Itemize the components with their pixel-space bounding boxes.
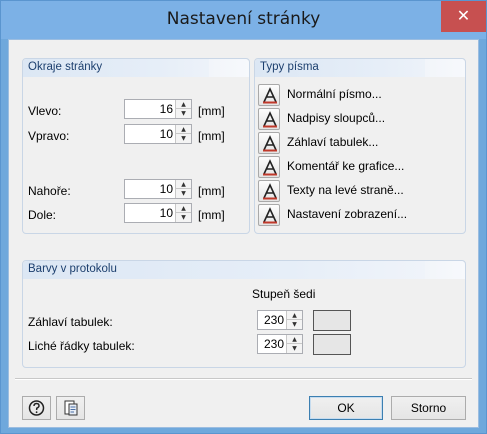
- odd-rows-gray-value: 230: [263, 337, 284, 351]
- margin-bottom-spinner[interactable]: ▲ ▼: [175, 204, 191, 222]
- margins-group: Okraje stránky Vlevo: 16 ▲ ▼ [mm] Vpravo…: [22, 58, 250, 234]
- margin-top-label: Nahoře:: [28, 184, 71, 198]
- font-button-left-texts[interactable]: Texty na levé straně...: [258, 180, 458, 202]
- table-header-color-swatch: [313, 310, 351, 331]
- font-button-label: Komentář ke grafice...: [287, 159, 405, 173]
- margin-right-unit: [mm]: [198, 129, 225, 143]
- font-icon: [258, 84, 280, 106]
- odd-rows-gray-input[interactable]: 230 ▲ ▼: [257, 334, 303, 354]
- margin-bottom-input[interactable]: 10 ▲ ▼: [124, 203, 192, 223]
- spin-up-icon[interactable]: ▲: [176, 125, 191, 134]
- group-header-fade: [209, 59, 249, 77]
- cancel-button[interactable]: Storno: [391, 396, 466, 420]
- font-icon: [258, 204, 280, 226]
- font-button-column-headers[interactable]: Nadpisy sloupců...: [258, 108, 458, 130]
- margin-top-value: 10: [159, 182, 173, 196]
- margin-left-spinner[interactable]: ▲ ▼: [175, 100, 191, 118]
- margin-top-spinner[interactable]: ▲ ▼: [175, 180, 191, 198]
- font-button-table-headers[interactable]: Záhlaví tabulek...: [258, 132, 458, 154]
- font-button-label: Nadpisy sloupců...: [287, 111, 386, 125]
- export-settings-icon: [64, 400, 78, 416]
- help-button[interactable]: [22, 396, 51, 420]
- spin-down-icon[interactable]: ▼: [287, 320, 302, 329]
- font-button-normal[interactable]: Normální písmo...: [258, 84, 458, 106]
- spin-up-icon[interactable]: ▲: [176, 100, 191, 109]
- colors-group: Barvy v protokolu Stupeň šedi Záhlaví ta…: [22, 260, 466, 368]
- font-button-label: Nastavení zobrazení...: [287, 207, 408, 221]
- font-button-label: Normální písmo...: [287, 87, 382, 101]
- colors-group-header: Barvy v protokolu: [23, 261, 465, 279]
- margin-right-label: Vpravo:: [28, 129, 70, 143]
- gray-level-header: Stupeň šedi: [252, 287, 316, 301]
- table-header-gray-spinner[interactable]: ▲ ▼: [286, 311, 302, 329]
- fonts-group-header: Typy písma: [255, 59, 465, 77]
- spin-up-icon[interactable]: ▲: [287, 311, 302, 320]
- window-title: Nastavení stránky: [166, 9, 321, 29]
- odd-rows-gray-spinner[interactable]: ▲ ▼: [286, 335, 302, 353]
- title-bar: Nastavení stránky ✕: [1, 1, 486, 39]
- margins-group-title: Okraje stránky: [28, 61, 103, 73]
- table-header-gray-input[interactable]: 230 ▲ ▼: [257, 310, 303, 330]
- margin-right-input[interactable]: 10 ▲ ▼: [124, 124, 192, 144]
- margin-right-spinner[interactable]: ▲ ▼: [175, 125, 191, 143]
- font-icon: [258, 156, 280, 178]
- fonts-group-title: Typy písma: [260, 61, 319, 73]
- spin-down-icon[interactable]: ▼: [176, 109, 191, 118]
- margins-group-header: Okraje stránky: [23, 59, 249, 77]
- font-button-graphic-comment[interactable]: Komentář ke grafice...: [258, 156, 458, 178]
- table-header-gray-value: 230: [263, 313, 284, 327]
- odd-rows-color-swatch: [313, 334, 351, 355]
- font-button-display-settings[interactable]: Nastavení zobrazení...: [258, 204, 458, 226]
- font-button-label: Záhlaví tabulek...: [287, 135, 379, 149]
- ok-button[interactable]: OK: [309, 396, 383, 420]
- group-header-fade: [425, 261, 465, 279]
- colors-group-title: Barvy v protokolu: [28, 263, 117, 275]
- footer-separator: [15, 378, 472, 380]
- spin-up-icon[interactable]: ▲: [287, 335, 302, 344]
- group-header-fade: [425, 59, 465, 77]
- margin-bottom-label: Dole:: [28, 208, 57, 222]
- margin-left-unit: [mm]: [198, 104, 225, 118]
- margin-left-label: Vlevo:: [28, 104, 62, 118]
- dialog-window: Nastavení stránky ✕ Okraje stránky Vlevo…: [0, 0, 487, 434]
- spin-up-icon[interactable]: ▲: [176, 204, 191, 213]
- margin-top-input[interactable]: 10 ▲ ▼: [124, 179, 192, 199]
- margin-bottom-unit: [mm]: [198, 208, 225, 222]
- margin-top-unit: [mm]: [198, 184, 225, 198]
- margin-bottom-value: 10: [159, 206, 173, 220]
- spin-down-icon[interactable]: ▼: [176, 189, 191, 198]
- font-button-label: Texty na levé straně...: [287, 183, 404, 197]
- spin-down-icon[interactable]: ▼: [176, 134, 191, 143]
- dialog-body: Okraje stránky Vlevo: 16 ▲ ▼ [mm] Vpravo…: [8, 39, 479, 428]
- margin-right-value: 10: [159, 127, 173, 141]
- font-icon: [258, 132, 280, 154]
- spin-up-icon[interactable]: ▲: [176, 180, 191, 189]
- margin-left-value: 16: [159, 102, 173, 116]
- close-button[interactable]: ✕: [441, 1, 486, 32]
- help-icon: [28, 400, 45, 416]
- export-settings-button[interactable]: [56, 396, 85, 420]
- spin-down-icon[interactable]: ▼: [287, 344, 302, 353]
- odd-rows-color-label: Liché řádky tabulek:: [28, 339, 135, 353]
- spin-down-icon[interactable]: ▼: [176, 213, 191, 222]
- font-icon: [258, 180, 280, 202]
- close-icon: ✕: [456, 6, 471, 25]
- margin-left-input[interactable]: 16 ▲ ▼: [124, 99, 192, 119]
- font-icon: [258, 108, 280, 130]
- table-header-color-label: Záhlaví tabulek:: [28, 315, 113, 329]
